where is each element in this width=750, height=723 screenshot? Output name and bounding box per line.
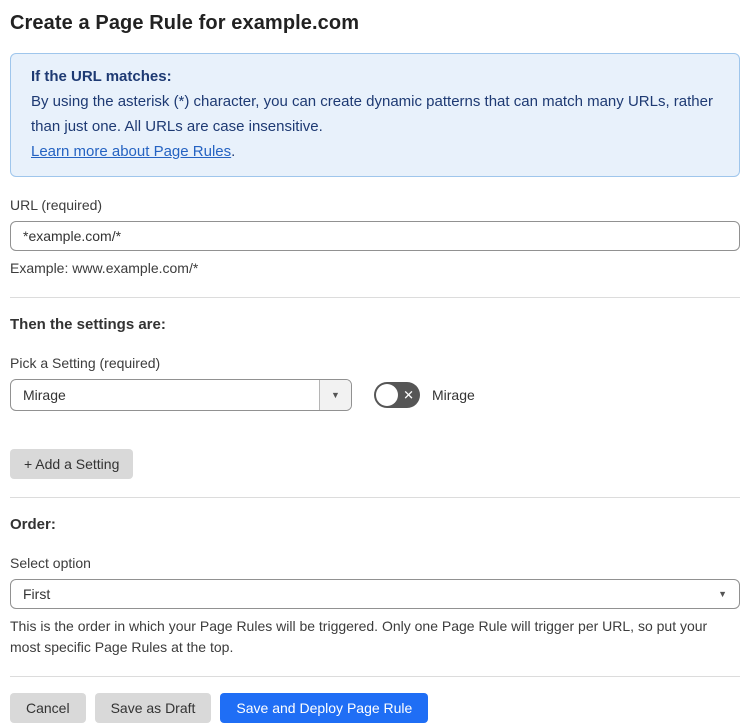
toggle-off-x-icon: ✕	[403, 387, 414, 403]
order-section-heading: Order:	[10, 516, 56, 533]
info-box-link-line: Learn more about Page Rules.	[31, 139, 719, 164]
divider	[10, 676, 740, 677]
divider	[10, 297, 740, 298]
info-box-heading: If the URL matches:	[31, 68, 172, 85]
order-select-label: Select option	[10, 555, 91, 571]
chevron-down-icon: ▼	[331, 390, 340, 400]
page-title: Create a Page Rule for example.com	[10, 12, 360, 34]
toggle-setting-label: Mirage	[432, 387, 475, 403]
setting-select[interactable]: Mirage ▼	[10, 379, 352, 411]
order-select-value: First	[23, 586, 51, 602]
pick-setting-label: Pick a Setting (required)	[10, 355, 161, 371]
order-helper-text: This is the order in which your Page Rul…	[10, 618, 708, 655]
save-and-deploy-button[interactable]: Save and Deploy Page Rule	[220, 693, 429, 723]
learn-more-link[interactable]: Learn more about Page Rules	[31, 143, 231, 160]
save-as-draft-button[interactable]: Save as Draft	[94, 693, 212, 723]
link-period: .	[231, 143, 236, 160]
url-input[interactable]	[10, 221, 740, 251]
add-setting-button[interactable]: + Add a Setting	[10, 449, 134, 479]
setting-select-arrow-button[interactable]: ▼	[319, 380, 351, 410]
setting-row: Mirage ▼ ✕ Mirage	[10, 379, 740, 411]
url-example-helper: Example: www.example.com/*	[10, 260, 199, 276]
page-rule-form: Create a Page Rule for example.com If th…	[0, 0, 750, 723]
chevron-down-icon: ▼	[718, 589, 727, 599]
info-box-body: By using the asterisk (*) character, you…	[31, 93, 713, 135]
url-field-label: URL (required)	[10, 197, 103, 213]
toggle-knob	[376, 384, 398, 406]
settings-section-heading: Then the settings are:	[10, 316, 166, 333]
url-match-info-box: If the URL matches: By using the asteris…	[10, 53, 740, 177]
order-select[interactable]: First ▼	[10, 579, 740, 609]
mirage-toggle[interactable]: ✕	[374, 382, 420, 408]
footer-actions: Cancel Save as Draft Save and Deploy Pag…	[10, 693, 740, 723]
setting-select-value: Mirage	[23, 387, 66, 403]
cancel-button[interactable]: Cancel	[10, 693, 86, 723]
divider	[10, 497, 740, 498]
